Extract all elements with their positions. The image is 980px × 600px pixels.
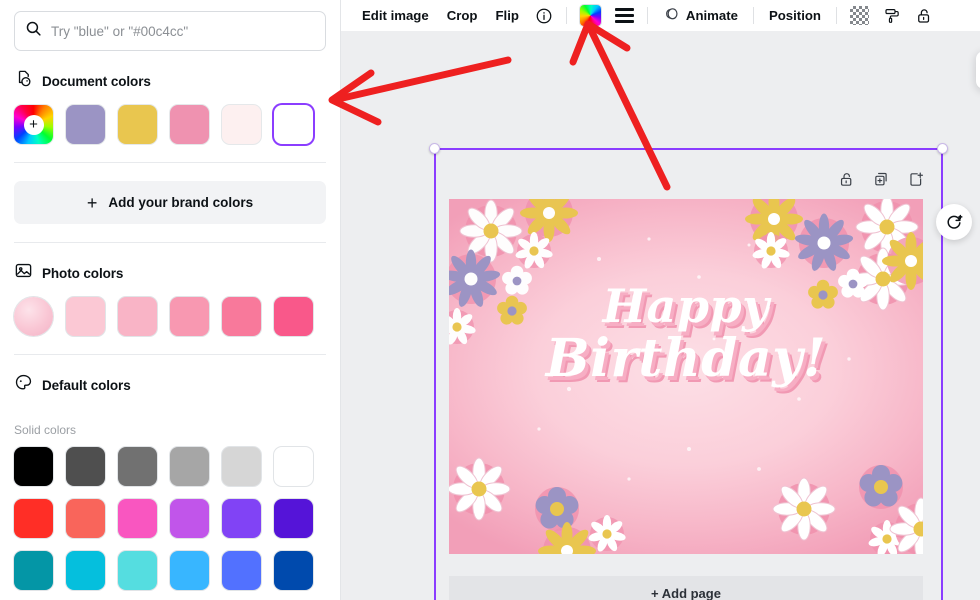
- solid-colors-grid: [14, 447, 326, 590]
- color-sidebar: Document colors + + Add your brand color…: [0, 0, 340, 600]
- solid-swatch[interactable]: [274, 447, 313, 486]
- swatch-blush[interactable]: [222, 105, 261, 144]
- photo-thumbnail[interactable]: [14, 297, 53, 336]
- solid-colors-label: Solid colors: [14, 423, 77, 437]
- plus-icon: +: [86, 192, 98, 213]
- search-icon: [25, 20, 42, 42]
- photo-color-swatches: [14, 297, 326, 336]
- add-page-label: + Add page: [651, 585, 721, 600]
- swatch-pink-4[interactable]: [222, 297, 261, 336]
- animate-button[interactable]: Animate: [654, 3, 747, 29]
- solid-swatch[interactable]: [14, 499, 53, 538]
- context-toolbar: [976, 51, 980, 89]
- lines-icon: [614, 8, 634, 23]
- divider: [835, 7, 837, 24]
- solid-swatch[interactable]: [118, 551, 157, 590]
- image-toolbar: Edit image Crop Flip Animate Position: [341, 0, 980, 31]
- swatch-yellow[interactable]: [118, 105, 157, 144]
- document-colors-section: Document colors +: [0, 51, 340, 163]
- swatch-pink-5[interactable]: [274, 297, 313, 336]
- photo-colors-header: Photo colors: [14, 243, 326, 297]
- color-swatch-button[interactable]: [573, 3, 608, 29]
- swatch-purple[interactable]: [66, 105, 105, 144]
- solid-swatch[interactable]: [66, 499, 105, 538]
- section-title: Photo colors: [42, 265, 124, 281]
- add-page-button[interactable]: + Add page: [449, 576, 923, 600]
- solid-colors-row: [14, 499, 326, 538]
- lock-icon[interactable]: [908, 3, 940, 29]
- position-button[interactable]: Position: [760, 3, 830, 29]
- solid-swatch[interactable]: [170, 499, 209, 538]
- swatch-pink[interactable]: [170, 105, 209, 144]
- solid-swatch[interactable]: [222, 551, 261, 590]
- solid-colors-row: [14, 551, 326, 590]
- solid-swatch[interactable]: [118, 499, 157, 538]
- add-brand-colors-label: Add your brand colors: [108, 195, 254, 210]
- plus-icon: +: [23, 114, 44, 135]
- solid-swatch[interactable]: [14, 447, 53, 486]
- editor-area: Edit image Crop Flip Animate Position Ha…: [340, 0, 980, 600]
- photo-colors-section: Photo colors: [0, 242, 340, 355]
- add-brand-colors-button[interactable]: + Add your brand colors: [14, 181, 326, 224]
- card-title-line2: Birthday!: [545, 327, 827, 389]
- default-colors-header: Default colors: [14, 355, 326, 409]
- divider: [646, 7, 648, 24]
- divider: [565, 7, 567, 24]
- solid-swatch[interactable]: [66, 447, 105, 486]
- swatch-pink-1[interactable]: [66, 297, 105, 336]
- solid-swatch[interactable]: [170, 447, 209, 486]
- photo-icon: [14, 261, 33, 285]
- solid-swatch[interactable]: [274, 551, 313, 590]
- card-title-line1: Happy: [602, 278, 770, 333]
- swatch-pink-3[interactable]: [170, 297, 209, 336]
- section-title: Document colors: [42, 73, 151, 89]
- swatch-white[interactable]: [274, 105, 313, 144]
- resize-handle-top-right[interactable]: [937, 143, 948, 154]
- solid-swatch[interactable]: [222, 499, 261, 538]
- canvas-area: Happy Birthday! + Add page: [341, 31, 980, 600]
- resize-handle-top-left[interactable]: [429, 143, 440, 154]
- card-title: Happy Birthday!: [449, 283, 923, 385]
- transparency-icon[interactable]: [843, 3, 876, 29]
- magic-refresh-button[interactable]: [936, 204, 972, 240]
- info-icon[interactable]: [528, 3, 560, 29]
- solid-colors-row: [14, 447, 326, 486]
- document-colors-header: Document colors: [14, 51, 326, 105]
- divider: [752, 7, 754, 24]
- search-section: [0, 0, 340, 51]
- document-colors-icon: [14, 69, 33, 93]
- animate-label: Animate: [685, 8, 738, 23]
- swatch-pink-2[interactable]: [118, 297, 157, 336]
- birthday-card-image[interactable]: Happy Birthday!: [449, 199, 923, 554]
- crop-button[interactable]: Crop: [438, 3, 487, 29]
- search-input[interactable]: [51, 23, 315, 39]
- rainbow-swatch-icon: [579, 5, 601, 26]
- solid-swatch[interactable]: [274, 499, 313, 538]
- solid-swatch[interactable]: [222, 447, 261, 486]
- solid-swatch[interactable]: [66, 551, 105, 590]
- add-color-swatch[interactable]: +: [14, 105, 53, 144]
- paint-roller-icon[interactable]: [876, 3, 908, 29]
- solid-swatch[interactable]: [14, 551, 53, 590]
- section-title: Default colors: [42, 377, 131, 393]
- search-box[interactable]: [14, 11, 326, 51]
- adjust-lines-icon[interactable]: [608, 3, 641, 29]
- canva-editor: Document colors + + Add your brand color…: [0, 0, 980, 600]
- animate-icon: [663, 6, 680, 26]
- document-color-swatches: +: [14, 105, 326, 144]
- edit-image-button[interactable]: Edit image: [353, 3, 438, 29]
- default-colors-section: Default colors Solid colors: [0, 355, 340, 590]
- checkerboard-icon: [849, 6, 869, 25]
- solid-swatch[interactable]: [170, 551, 209, 590]
- divider: [14, 162, 326, 163]
- flip-button[interactable]: Flip: [486, 3, 527, 29]
- solid-swatch[interactable]: [118, 447, 157, 486]
- palette-icon: [14, 373, 33, 397]
